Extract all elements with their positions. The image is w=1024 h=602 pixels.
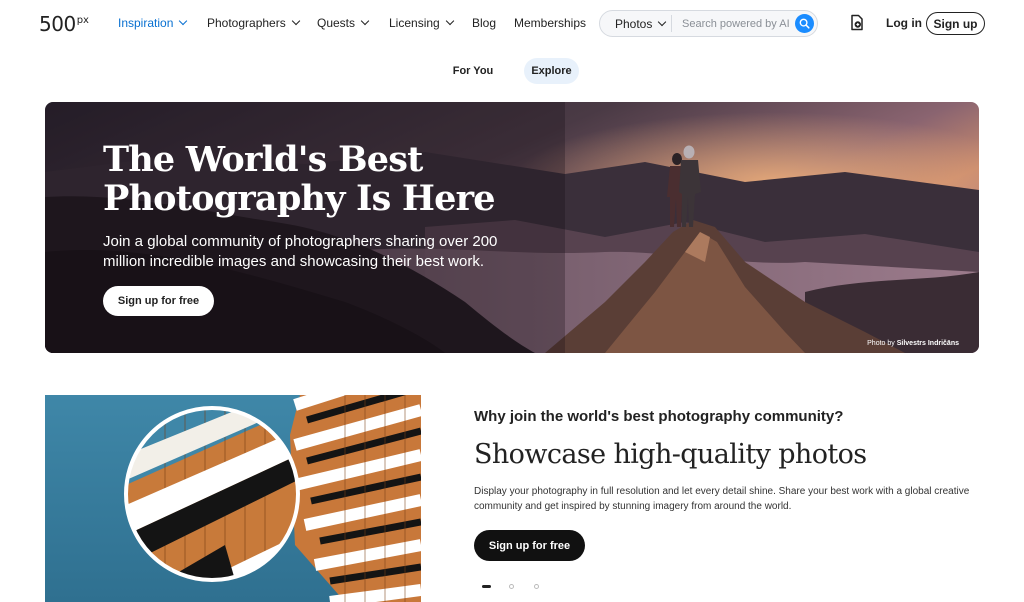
nav-item-label: Blog [472,16,497,30]
top-nav: 500px Inspiration Photographers Quests L… [0,0,1024,46]
hero-title-line: The World's Best [103,139,423,180]
feature-signup-button[interactable]: Sign up for free [474,530,585,561]
logo-sup: px [76,15,89,26]
chevron-down-icon [360,16,370,26]
feature-image [45,395,421,602]
nav-item-inspiration[interactable]: Inspiration [118,16,188,30]
nav-item-label: Licensing [389,16,440,30]
chevron-down-icon [291,16,300,26]
nav-item-label: Inspiration [118,16,174,30]
logo-main: 500 [39,12,76,36]
feature-description: Display your photography in full resolut… [474,486,970,512]
carousel-dot-3[interactable] [534,584,539,589]
tab-explore[interactable]: Explore [524,58,579,84]
carousel-dot-1[interactable] [482,585,491,588]
search-type-label: Photos [615,16,653,31]
search-icon [799,18,810,29]
nav-item-photographers[interactable]: Photographers [207,16,300,30]
carousel-dots [482,584,559,589]
hero-signup-button[interactable]: Sign up for free [103,286,214,316]
feature-eyebrow: Why join the world's best photography co… [474,408,844,425]
search-bar: Photos [599,10,818,37]
logo[interactable]: 500px [39,12,89,36]
search-type-select[interactable]: Photos [600,15,672,32]
nav-item-memberships[interactable]: Memberships [514,16,586,30]
hero-subtitle: Join a global community of photographers… [103,233,498,270]
hero-banner: The World's Best Photography Is Here Joi… [45,102,979,353]
login-link[interactable]: Log in [886,16,922,30]
upload-photo-icon[interactable] [850,14,864,31]
chevron-down-icon [445,16,454,26]
nav-item-quests[interactable]: Quests [317,16,370,30]
nav-item-blog[interactable]: Blog [472,16,496,30]
signup-button[interactable]: Sign up [926,12,985,35]
photo-credit-prefix: Photo by [867,340,895,347]
nav-item-label: Photographers [207,16,286,30]
nav-item-label: Quests [317,16,356,30]
feature-title: Showcase high-quality photos [474,439,867,470]
photo-credit: Photo by Silvestrs Indričāns [867,340,959,347]
chevron-down-icon [658,17,667,26]
chevron-down-icon [179,16,188,26]
search-button[interactable] [795,14,814,33]
hero-title: The World's Best Photography Is Here [103,140,523,218]
nav-item-label: Memberships [514,16,587,30]
nav-item-licensing[interactable]: Licensing [389,16,454,30]
photo-credit-name[interactable]: Silvestrs Indričāns [897,340,959,347]
tab-for-you[interactable]: For You [446,58,500,84]
search-input[interactable] [682,17,794,30]
architecture-photo [45,395,421,602]
hero-title-line: Photography Is Here [103,178,496,219]
carousel-dot-2[interactable] [509,584,514,589]
